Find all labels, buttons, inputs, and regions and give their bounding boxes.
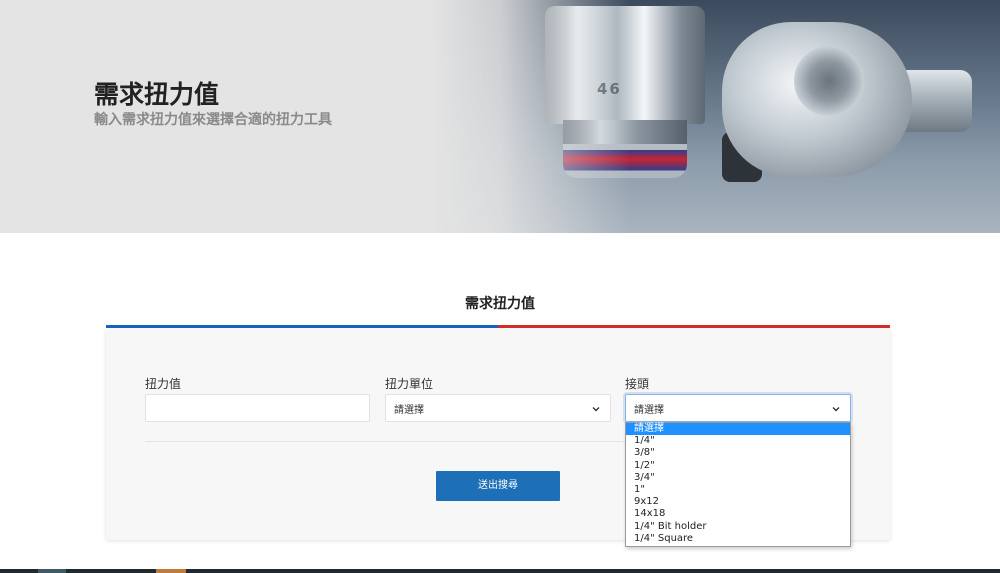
- connector-option[interactable]: 請選擇: [626, 423, 850, 436]
- connector-option[interactable]: 1/4" Square: [626, 533, 850, 545]
- connector-dropdown-list[interactable]: 請選擇 1/4" 3/8" 1/2" 3/4" 1" 9x12 14x18 1/…: [625, 422, 851, 547]
- torque-unit-selected: 請選擇: [394, 405, 424, 416]
- torque-value-label: 扭力值: [145, 377, 182, 391]
- torque-unit-select[interactable]: 請選擇: [385, 394, 611, 422]
- hero-title: 需求扭力值: [94, 80, 220, 109]
- torque-value-input[interactable]: [145, 394, 370, 422]
- chevron-down-icon: [592, 407, 600, 412]
- hero-banner: 46 需求扭力值 輸入需求扭力值來選擇合適的扭力工具: [0, 0, 1000, 233]
- connector-selected: 請選擇: [634, 405, 664, 416]
- connector-option[interactable]: 3/4": [626, 472, 850, 484]
- submit-search-button[interactable]: 送出搜尋: [436, 471, 560, 501]
- connector-label: 接頭: [625, 377, 650, 391]
- hero-subtitle: 輸入需求扭力值來選擇合適的扭力工具: [94, 112, 332, 128]
- torque-unit-label: 扭力單位: [385, 377, 434, 391]
- connector-option[interactable]: 1": [626, 484, 850, 496]
- connector-option[interactable]: 3/8": [626, 447, 850, 459]
- chevron-down-icon: [832, 407, 840, 412]
- connector-select[interactable]: 請選擇: [625, 394, 851, 422]
- connector-option[interactable]: 9x12: [626, 496, 850, 508]
- footer-strip: [0, 569, 1000, 573]
- connector-option[interactable]: 1/4" Bit holder: [626, 521, 850, 533]
- section-title: 需求扭力值: [465, 296, 535, 312]
- connector-option[interactable]: 14x18: [626, 508, 850, 520]
- connector-option[interactable]: 1/2": [626, 460, 850, 472]
- connector-option[interactable]: 1/4": [626, 435, 850, 447]
- ratchet-image: [722, 22, 972, 182]
